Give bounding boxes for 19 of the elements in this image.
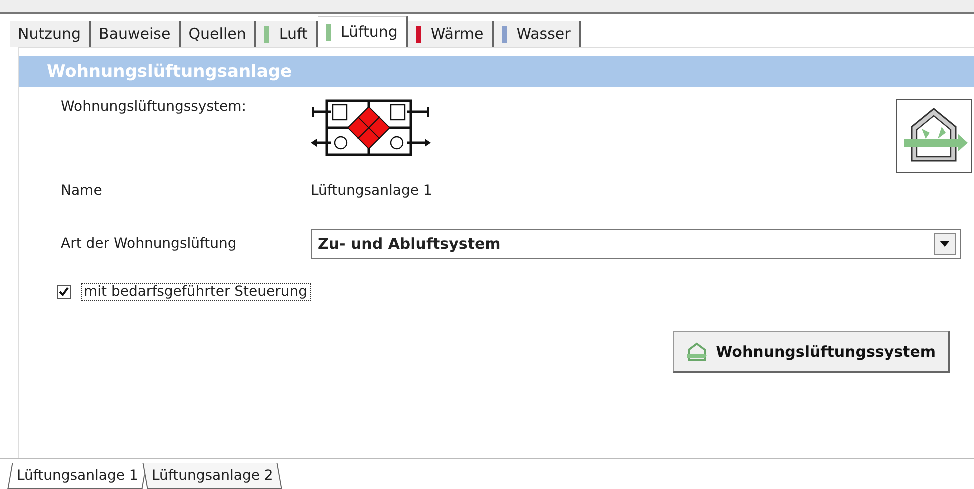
tab[interactable]: Lüftung: [318, 16, 408, 47]
house-ventilation-icon: [896, 99, 972, 173]
checkbox-label[interactable]: mit bedarfsgeführter Steuerung: [81, 283, 311, 301]
house-icon: [686, 342, 708, 362]
tab[interactable]: Nutzung: [10, 21, 92, 47]
sheet-tab[interactable]: Lüftungsanlage 2: [143, 463, 283, 489]
tab[interactable]: Wärme: [408, 21, 494, 47]
system-button[interactable]: Wohnungslüftungssystem: [673, 331, 950, 373]
name-value: Lüftungsanlage 1: [311, 183, 432, 199]
field-label: Art der Wohnungslüftung: [61, 236, 238, 252]
checkbox[interactable]: [57, 285, 71, 299]
tab[interactable]: Quellen: [180, 21, 256, 47]
field-label: Name: [61, 183, 104, 199]
section-header: Wohnungslüftungsanlage: [19, 56, 974, 87]
tab[interactable]: Wasser: [494, 21, 581, 47]
dropdown[interactable]: Zu- und Abluftsystem: [311, 229, 961, 259]
tab[interactable]: Luft: [256, 21, 318, 47]
tab[interactable]: Bauweise: [91, 21, 181, 47]
field-label: Wohnungslüftungssystem:: [61, 99, 248, 115]
